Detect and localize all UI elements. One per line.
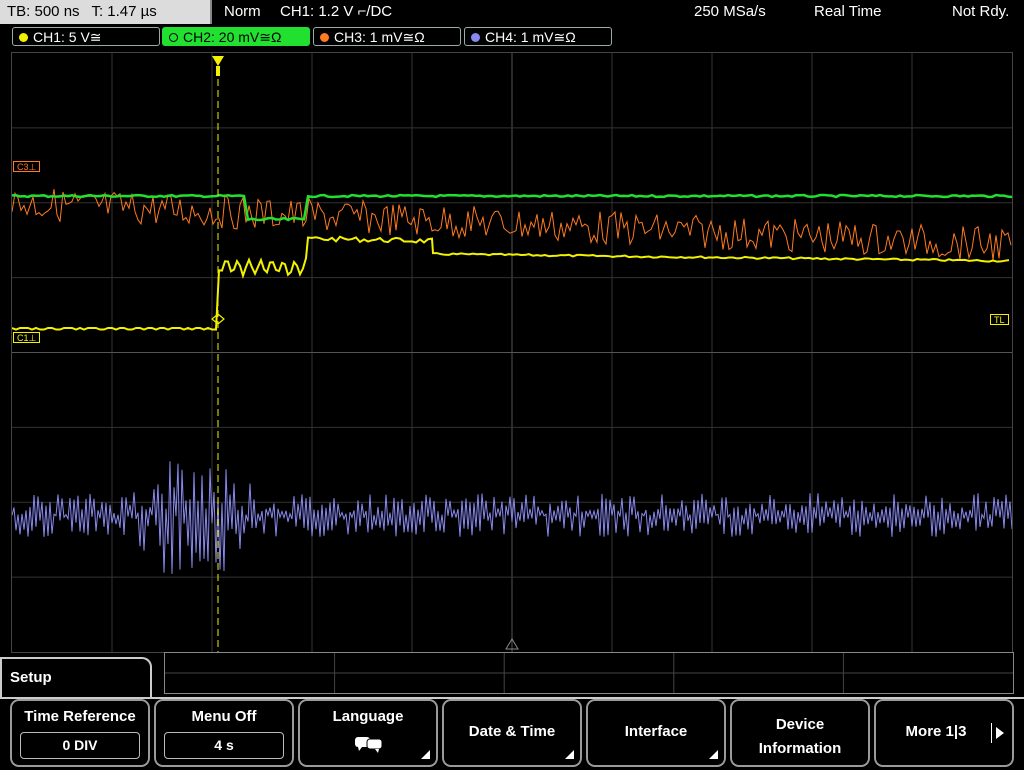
channel-3-tab[interactable]: CH3: 1 mV≅Ω	[313, 27, 461, 46]
channel-1-dot-icon	[19, 33, 28, 42]
menu-off-softkey[interactable]: Menu Off 4 s	[154, 699, 294, 767]
channel-2-dot-icon	[169, 33, 178, 42]
channel-1-trace	[12, 235, 1010, 331]
more-label: More 1|3	[905, 723, 967, 740]
waveform-svg	[12, 53, 1012, 652]
sample-rate: 250 MSa/s	[694, 3, 766, 20]
trigger-position-icon[interactable]	[212, 56, 224, 66]
language-label: Language	[332, 708, 404, 725]
more-separator	[991, 723, 992, 743]
device-information-softkey[interactable]: Device Information	[730, 699, 870, 767]
time-reference-label: Time Reference	[24, 708, 136, 725]
channel-3-label: CH3: 1 mV≅Ω	[334, 29, 425, 45]
channel-1-label: CH1: 5 V≅	[33, 29, 102, 45]
softkey-bar: Time Reference 0 DIV Menu Off 4 s Langua…	[0, 697, 1024, 770]
menu-off-label: Menu Off	[191, 708, 257, 725]
secondary-display	[164, 652, 1014, 694]
time-reference-softkey[interactable]: Time Reference 0 DIV	[10, 699, 150, 767]
channel-4-dot-icon	[471, 33, 480, 42]
channel-2-tab[interactable]: CH2: 20 mV≅Ω	[162, 27, 310, 46]
next-page-icon	[996, 727, 1004, 739]
date-time-label: Date & Time	[468, 723, 556, 740]
menu-off-value: 4 s	[164, 732, 284, 759]
acquisition-state: Not Rdy.	[952, 3, 1010, 20]
status-bar: TB: 500 ns T: 1.47 µs Norm CH1: 1.2 V ⌐/…	[0, 0, 1024, 26]
interface-label: Interface	[624, 723, 688, 740]
trigger-position-stem	[216, 66, 220, 76]
interface-softkey[interactable]: Interface	[586, 699, 726, 767]
setup-menu-title: Setup	[0, 657, 152, 697]
trigger-info[interactable]: CH1: 1.2 V ⌐/DC	[280, 3, 392, 20]
channel-3-dot-icon	[320, 33, 329, 42]
channel-1-marker[interactable]: C1⊥	[13, 332, 41, 343]
channel-3-marker[interactable]: C3⊥	[13, 161, 41, 172]
waveform-display[interactable]: C3⊥ C1⊥ TL	[11, 52, 1013, 653]
submenu-indicator-icon	[565, 750, 574, 759]
more-softkey[interactable]: More 1|3	[874, 699, 1014, 767]
speech-bubble-icon	[355, 737, 383, 753]
channel-2-label: CH2: 20 mV≅Ω	[183, 29, 282, 45]
trigger-mode[interactable]: Norm	[224, 3, 261, 20]
time-reference-value: 0 DIV	[20, 732, 140, 759]
timebase-box[interactable]: TB: 500 ns T: 1.47 µs	[0, 0, 212, 24]
submenu-indicator-icon	[421, 750, 430, 759]
trigger-time-value: T: 1.47 µs	[91, 3, 157, 20]
channel-4-label: CH4: 1 mV≅Ω	[485, 29, 576, 45]
channel-1-tab[interactable]: CH1: 5 V≅	[12, 27, 160, 46]
device-information-label-2: Information	[758, 740, 842, 757]
submenu-indicator-icon	[709, 750, 718, 759]
language-softkey[interactable]: Language	[298, 699, 438, 767]
channel-bar: CH1: 5 V≅ CH2: 20 mV≅Ω CH3: 1 mV≅Ω CH4: …	[0, 27, 1024, 47]
graticule	[12, 53, 1012, 652]
channel-4-tab[interactable]: CH4: 1 mV≅Ω	[464, 27, 612, 46]
acquisition-mode: Real Time	[814, 3, 882, 20]
trigger-level-marker[interactable]: TL	[990, 314, 1009, 325]
timebase-value: TB: 500 ns	[7, 3, 80, 20]
device-information-label-1: Device	[775, 716, 825, 733]
date-time-softkey[interactable]: Date & Time	[442, 699, 582, 767]
